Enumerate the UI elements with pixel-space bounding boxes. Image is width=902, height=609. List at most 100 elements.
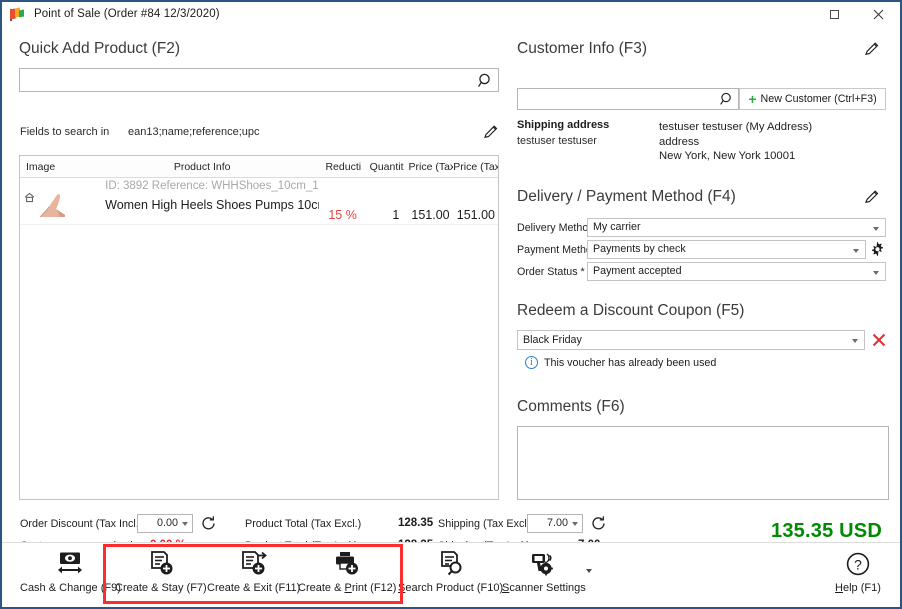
window-controls (812, 2, 900, 26)
product-price-tax-excl-value: 151.00 (411, 208, 450, 222)
voucher-message-text: This voucher has already been used (544, 356, 717, 369)
close-button[interactable] (856, 2, 900, 26)
fields-to-search-label: Fields to search in (20, 126, 110, 138)
order-status-select[interactable]: Payment accepted (587, 262, 886, 281)
home-icon (24, 190, 35, 203)
app-icon (9, 6, 25, 22)
help-label: Help (F1) (835, 582, 881, 594)
order-status-label: Order Status * (517, 266, 585, 278)
chevron-down-icon (853, 249, 859, 253)
product-name-text: Women High Heels Shoes Pumps 10cm (105, 198, 320, 212)
product-grid-header: Image Product Info Reducti Quantit Price… (20, 156, 498, 178)
cash-change-label: Cash & Change (F9) (20, 582, 121, 594)
order-status-value: Payment accepted (593, 265, 682, 277)
scanner-dropdown-chevron-icon[interactable] (586, 569, 592, 573)
column-header-quantity[interactable]: Quantit (365, 161, 409, 173)
search-product-button[interactable]: Search Product (F10) (398, 549, 503, 603)
chevron-down-icon (873, 271, 879, 275)
voucher-message: i This voucher has already been used (525, 356, 716, 369)
table-row[interactable]: ID: 3892 Reference: WHHShoes_10cm_1 In S… (20, 178, 498, 225)
document-add-icon (147, 549, 175, 579)
address-line-1: testuser testuser (My Address) (659, 121, 813, 133)
column-header-price-tax-incl[interactable]: Price (Tax I (453, 161, 498, 173)
product-quantity-value: 1 (392, 208, 400, 222)
product-total-excl-label: Product Total (Tax Excl.) (245, 518, 362, 530)
scanner-settings-button[interactable]: Scanner Settings (502, 549, 586, 603)
delivery-method-value: My carrier (593, 221, 641, 233)
delivery-payment-pencil-icon[interactable] (863, 188, 881, 206)
chevron-down-icon (572, 522, 578, 526)
svg-text:?: ? (854, 556, 862, 572)
delivery-payment-title: Delivery / Payment Method (F4) (517, 188, 736, 205)
document-arrow-add-icon (240, 549, 268, 579)
chevron-down-icon (182, 522, 188, 526)
gear-icon[interactable] (869, 241, 885, 257)
cash-change-button[interactable]: Cash & Change (F9) (20, 549, 121, 603)
column-header-product-info[interactable]: Product Info (82, 161, 321, 173)
remove-coupon-button[interactable] (869, 330, 889, 350)
coupon-select[interactable]: Black Friday (517, 330, 865, 350)
shipping-address-heading: Shipping address (517, 119, 610, 131)
create-stay-label: Create & Stay (F7) (115, 582, 207, 594)
fields-to-search-value: ean13;name;reference;upc (128, 126, 260, 138)
order-discount-label: Order Discount (Tax Incl.) (20, 518, 143, 530)
maximize-button[interactable] (812, 2, 856, 26)
create-exit-button[interactable]: Create & Exit (F11) (207, 549, 300, 603)
help-button[interactable]: ? Help (F1) (835, 549, 881, 603)
comments-title: Comments (F6) (517, 398, 625, 415)
shipping-excl-label: Shipping (Tax Excl.) (438, 518, 534, 530)
create-stay-button[interactable]: Create & Stay (F7) (115, 549, 207, 603)
order-discount-value: 0.00 (156, 517, 178, 529)
customer-info-title: Customer Info (F3) (517, 40, 648, 57)
quick-add-search-input[interactable] (20, 69, 472, 91)
quick-add-search-box[interactable] (19, 68, 499, 92)
chevron-down-icon (873, 227, 879, 231)
payment-method-label: Payment Method (517, 244, 598, 256)
shipping-stepper[interactable]: 7.00 (527, 514, 583, 533)
product-grid[interactable]: Image Product Info Reducti Quantit Price… (19, 155, 499, 500)
search-icon[interactable] (477, 72, 494, 89)
coupon-value: Black Friday (523, 334, 582, 346)
document-search-icon (437, 549, 465, 579)
address-line-3: New York, New York 10001 (659, 150, 796, 162)
pencil-icon[interactable] (482, 123, 500, 141)
address-line-2: address (659, 136, 700, 148)
refresh-shipping-icon[interactable] (590, 515, 607, 532)
column-header-image[interactable]: Image (20, 161, 82, 173)
search-product-label: Search Product (F10) (398, 582, 504, 594)
close-x-icon (872, 333, 886, 347)
title-bar: Point of Sale (Order #84 12/3/2020) (2, 2, 900, 26)
product-price-tax-incl-value: 151.00 (456, 208, 495, 222)
new-customer-button[interactable]: + New Customer (Ctrl+F3) (739, 88, 886, 110)
search-icon[interactable] (719, 91, 735, 112)
column-header-reduction[interactable]: Reducti (322, 161, 365, 173)
create-print-label: Create & Print (F12) (298, 582, 397, 594)
order-discount-stepper[interactable]: 0.00 (137, 514, 193, 533)
comments-textarea[interactable] (517, 426, 889, 500)
customer-search-input[interactable] (518, 89, 718, 109)
refresh-discount-icon[interactable] (200, 515, 217, 532)
product-reference-text: ID: 3892 Reference: WHHShoes_10cm_1 In S… (105, 180, 319, 192)
create-exit-label: Create & Exit (F11) (207, 582, 301, 594)
question-circle-icon: ? (845, 549, 871, 579)
delivery-method-label: Delivery Method (517, 222, 595, 234)
customer-info-pencil-icon[interactable] (863, 40, 881, 58)
point-of-sale-window: Point of Sale (Order #84 12/3/2020) Quic… (0, 0, 902, 609)
chevron-down-icon (852, 339, 858, 343)
payment-method-value: Payments by check (593, 243, 686, 255)
customer-search-box[interactable] (517, 88, 739, 110)
window-title: Point of Sale (Order #84 12/3/2020) (34, 8, 220, 20)
column-header-price-tax-excl[interactable]: Price (Tax (408, 161, 453, 173)
coupon-title: Redeem a Discount Coupon (F5) (517, 302, 745, 319)
scanner-settings-label: Scanner Settings (502, 582, 586, 594)
fields-to-search-row: Fields to search in ean13;name;reference… (20, 123, 500, 141)
info-icon: i (525, 356, 538, 369)
barcode-scanner-gear-icon (529, 549, 559, 579)
product-reduction-value: 15 % (328, 208, 357, 222)
window-content: Quick Add Product (F2) Fields to search … (2, 26, 900, 607)
create-print-button[interactable]: Create & Print (F12) (298, 549, 396, 603)
quick-add-title: Quick Add Product (F2) (19, 40, 181, 57)
shipping-excl-value: 7.00 (546, 517, 568, 529)
delivery-method-select[interactable]: My carrier (587, 218, 886, 237)
payment-method-select[interactable]: Payments by check (587, 240, 866, 259)
